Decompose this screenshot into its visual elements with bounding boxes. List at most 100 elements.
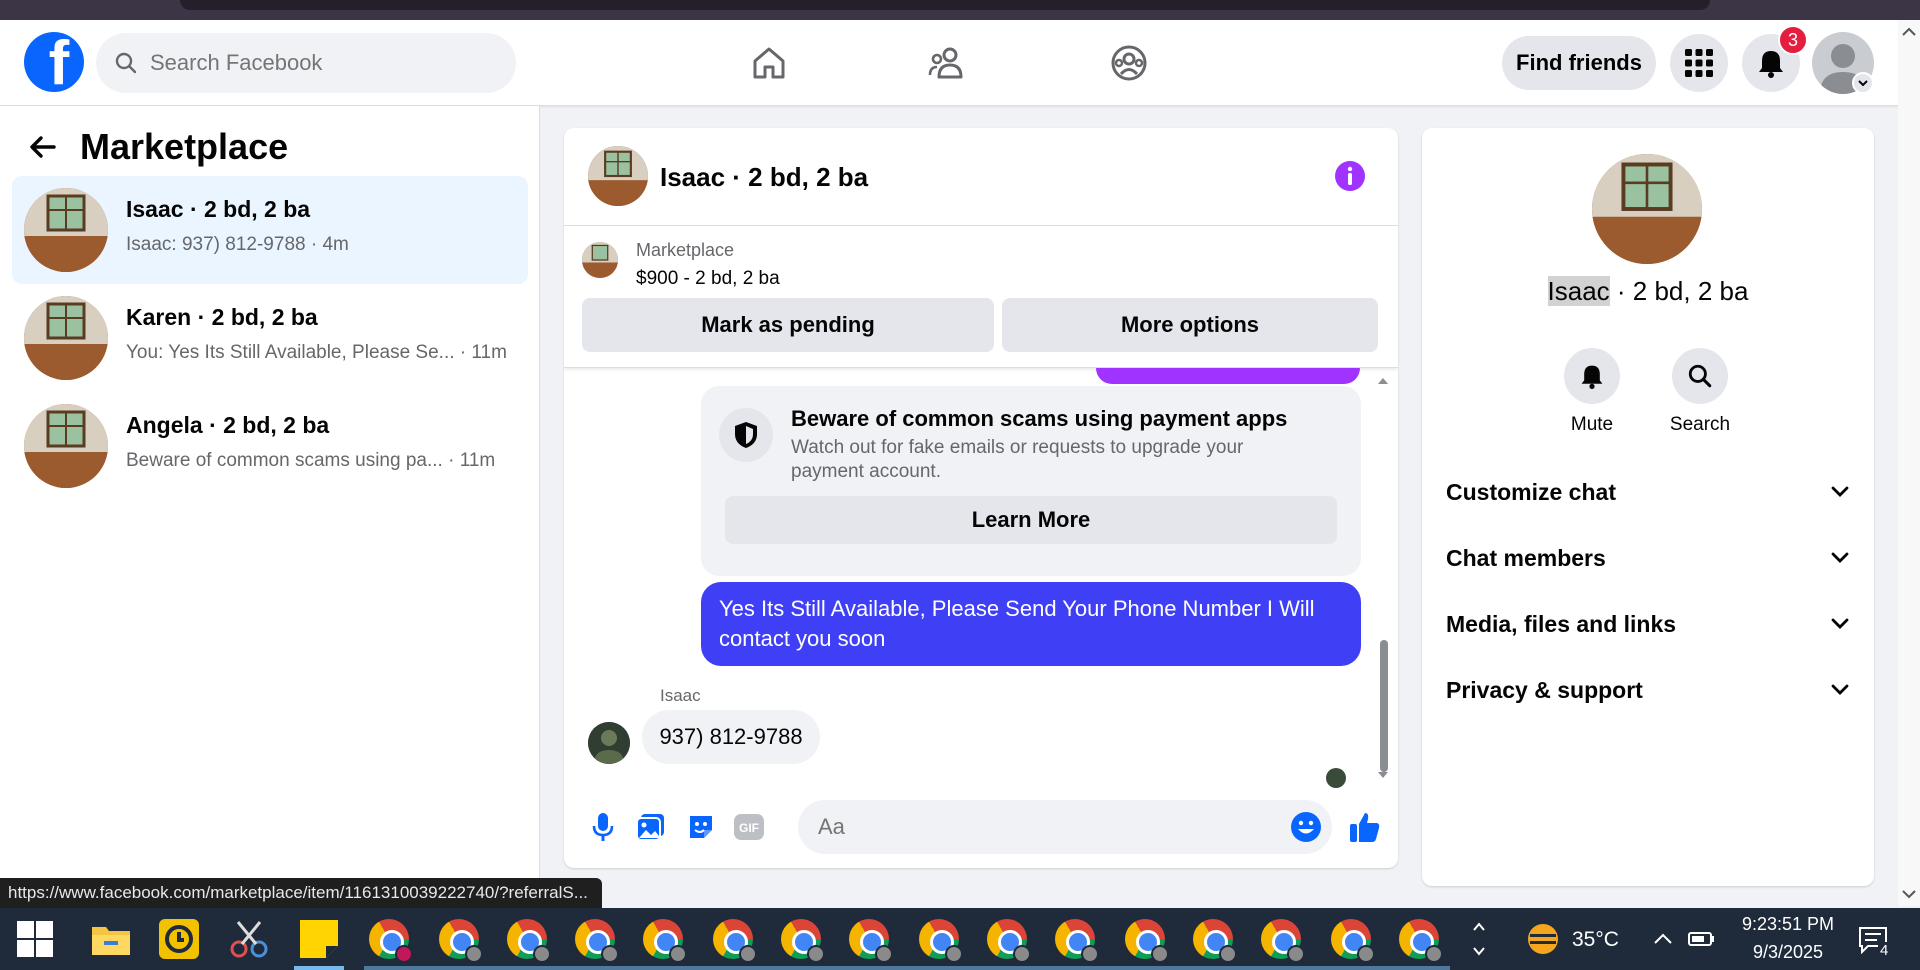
chrome-icon	[1399, 919, 1443, 963]
search-box[interactable]	[96, 33, 516, 93]
search-input[interactable]	[150, 50, 490, 76]
scroll-up-icon[interactable]	[1898, 24, 1920, 40]
chrome-taskbar-button[interactable]	[846, 916, 893, 963]
media-files-links-section[interactable]: Media, files and links	[1446, 599, 1850, 649]
scroll-down-icon[interactable]	[1898, 886, 1920, 902]
facebook-logo[interactable]: f	[24, 32, 84, 92]
chrome-icon	[1193, 919, 1237, 963]
page-title: Marketplace	[80, 126, 289, 167]
battery-icon[interactable]	[1688, 931, 1716, 947]
chrome-taskbar-button[interactable]	[1122, 916, 1169, 963]
clock-time[interactable]: 9:23:51 PM	[1734, 914, 1842, 935]
conversation-item[interactable]: Isaac · 2 bd, 2 ba Isaac: 937) 812-9788 …	[12, 176, 528, 284]
voice-clip-button[interactable]	[586, 810, 620, 844]
chrome-taskbar-button[interactable]	[984, 916, 1031, 963]
sticker-button[interactable]	[684, 810, 718, 844]
conversation-preview: Beware of common scams using pa... · 11m	[126, 450, 496, 471]
gif-button[interactable]: GIF	[732, 810, 766, 844]
chrome-icon	[439, 919, 483, 963]
previous-message-bubble	[1096, 368, 1360, 384]
chat-avatar[interactable]	[588, 146, 648, 206]
chat-title[interactable]: Isaac · 2 bd, 2 ba	[660, 162, 868, 193]
sticker-icon	[690, 816, 712, 838]
chrome-taskbar-button[interactable]	[572, 916, 619, 963]
conversation-item[interactable]: Karen · 2 bd, 2 ba You: Yes Its Still Av…	[12, 284, 528, 392]
menu-button[interactable]	[1670, 34, 1728, 92]
chrome-taskbar-button[interactable]	[1258, 916, 1305, 963]
friends-icon	[928, 47, 963, 79]
chrome-taskbar-button[interactable]	[504, 916, 551, 963]
emoji-icon[interactable]	[1290, 811, 1322, 843]
app-icon	[159, 919, 199, 959]
outgoing-message[interactable]: Yes Its Still Available, Please Send You…	[701, 582, 1361, 666]
customize-chat-section[interactable]: Customize chat	[1446, 467, 1850, 517]
chrome-icon	[575, 919, 619, 963]
chrome-taskbar-button[interactable]	[1396, 916, 1443, 963]
account-menu-button[interactable]	[1852, 72, 1874, 94]
taskbar-overflow-icon[interactable]	[1470, 914, 1488, 964]
search-action[interactable]: Search	[1660, 348, 1740, 436]
file-explorer-taskbar-button[interactable]	[88, 916, 134, 962]
attach-photo-button[interactable]	[634, 810, 668, 844]
info-icon[interactable]	[1334, 160, 1366, 192]
windows-taskbar: 35°C 9:23:51 PM 9/3/2025 4	[0, 908, 1920, 970]
chrome-taskbar-button[interactable]	[916, 916, 963, 963]
groups-nav-button[interactable]	[1104, 38, 1154, 88]
lastpass-taskbar-button[interactable]	[156, 916, 202, 962]
snipping-tool-taskbar-button[interactable]	[226, 916, 272, 962]
find-friends-button[interactable]: Find friends	[1502, 36, 1656, 90]
photo-icon	[636, 814, 664, 841]
mark-as-pending-button[interactable]: Mark as pending	[582, 298, 994, 352]
chevron-down-icon	[1831, 486, 1849, 497]
chrome-taskbar-button[interactable]	[640, 916, 687, 963]
chevron-up-icon[interactable]	[1652, 932, 1674, 946]
learn-more-button[interactable]: Learn More	[725, 496, 1337, 544]
more-options-button[interactable]: More options	[1002, 298, 1378, 352]
facebook-logo-letter: f	[48, 32, 70, 93]
search-in-chat-button[interactable]	[1672, 348, 1728, 404]
conversation-preview: You: Yes Its Still Available, Please Se.…	[126, 342, 507, 363]
chrome-taskbar-button[interactable]	[710, 916, 757, 963]
scam-warning-body: Watch out for fake emails or requests to…	[791, 437, 1244, 482]
running-apps-indicator	[364, 966, 1450, 970]
chrome-taskbar-button[interactable]	[366, 916, 413, 963]
conversation-item[interactable]: Angela · 2 bd, 2 ba Beware of common sca…	[12, 392, 528, 500]
home-nav-button[interactable]	[744, 38, 794, 88]
scam-warning-card: Beware of common scams using payment app…	[701, 386, 1361, 576]
chrome-taskbar-button[interactable]	[1328, 916, 1375, 963]
sender-avatar[interactable]	[588, 722, 630, 764]
chrome-icon	[919, 919, 963, 963]
message-input[interactable]	[798, 800, 1332, 854]
listing-price[interactable]: $900 - 2 bd, 2 ba	[636, 268, 780, 290]
scroll-up-icon[interactable]	[1376, 374, 1390, 386]
mute-action[interactable]: Mute	[1552, 348, 1632, 436]
chat-members-section[interactable]: Chat members	[1446, 533, 1850, 583]
status-url-bar: https://www.facebook.com/marketplace/ite…	[0, 878, 602, 908]
listing-thumbnail[interactable]	[582, 242, 618, 278]
clock-date[interactable]: 9/3/2025	[1734, 942, 1842, 963]
friends-nav-button[interactable]	[924, 38, 974, 88]
message-composer: GIF	[564, 788, 1398, 868]
mute-button[interactable]	[1564, 348, 1620, 404]
listing-source: Marketplace	[636, 240, 735, 260]
like-icon[interactable]	[1348, 810, 1382, 844]
search-label: Search	[1669, 414, 1731, 435]
chrome-taskbar-button[interactable]	[1052, 916, 1099, 963]
chat-scroll-thumb[interactable]	[1380, 640, 1388, 772]
privacy-support-section[interactable]: Privacy & support	[1446, 665, 1850, 715]
message-thread: Beware of common scams using payment app…	[564, 368, 1398, 788]
section-label: Media, files and links	[1446, 610, 1677, 637]
chevron-down-icon	[1831, 684, 1849, 695]
listing-banner: Marketplace $900 - 2 bd, 2 ba Mark as pe…	[564, 226, 1398, 368]
chrome-taskbar-button[interactable]	[778, 916, 825, 963]
top-navigation: f Find friends 3	[0, 20, 1898, 106]
page-scrollbar[interactable]	[1898, 20, 1920, 906]
chrome-taskbar-button[interactable]	[1190, 916, 1237, 963]
chrome-taskbar-button[interactable]	[436, 916, 483, 963]
back-arrow-icon[interactable]	[28, 132, 58, 162]
incoming-message[interactable]: 937) 812-9788	[642, 710, 820, 764]
weather-temperature[interactable]: 35°C	[1572, 928, 1619, 952]
sticky-notes-taskbar-button[interactable]	[296, 916, 342, 962]
start-button[interactable]	[12, 916, 58, 962]
details-avatar[interactable]	[1592, 154, 1702, 264]
